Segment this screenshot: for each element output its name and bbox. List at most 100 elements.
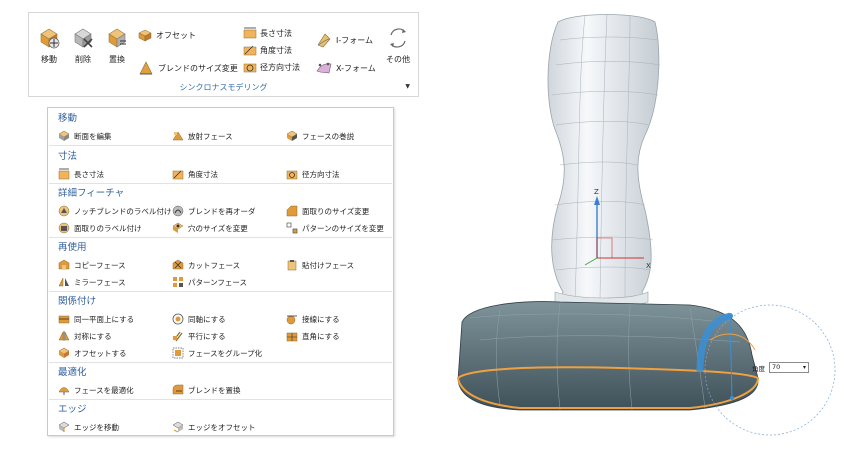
symmetric-icon xyxy=(58,331,70,341)
menu-item-copy-face[interactable]: コピーフェース xyxy=(58,259,126,271)
section-title: 最適化 xyxy=(58,367,87,378)
angle-dimension-label: 角度寸法 xyxy=(260,45,292,55)
xform-icon xyxy=(316,62,332,74)
menu-item-pattern-face[interactable]: パターンフェース xyxy=(172,276,247,288)
menu-item-mirror-face[interactable]: ミラーフェース xyxy=(58,276,126,288)
menu-item-replace-blend[interactable]: ブレンドを置換 xyxy=(172,384,241,396)
menu-item-make-symmetric[interactable]: 対称にする xyxy=(58,330,112,342)
menu-item-make-coaxial[interactable]: 同軸にする xyxy=(172,313,226,325)
angle-dimension-icon xyxy=(243,45,257,56)
section-divider xyxy=(49,362,392,363)
menu-item-resize-pattern[interactable]: パターンのサイズを変更 xyxy=(286,222,384,234)
offset-face-icon xyxy=(138,29,152,42)
menu-item-radial-face[interactable]: 放射フェース xyxy=(172,130,233,142)
offset-edge-icon xyxy=(172,421,184,433)
model-viewport[interactable]: Z X xyxy=(440,0,844,453)
menu-item-wrap-face[interactable]: フェースの巻説 xyxy=(286,130,354,142)
length-dimension-icon xyxy=(243,27,257,39)
angle-input[interactable]: 70 ▾ xyxy=(769,362,809,373)
section-dimension: 寸法 xyxy=(48,150,393,164)
delete-button[interactable]: 削除 xyxy=(67,25,99,65)
section-title: 詳細フィーチャ xyxy=(58,188,125,199)
menu-item-radial-dimension[interactable]: 径方向寸法 xyxy=(286,168,340,180)
length-dimension-icon xyxy=(58,168,70,180)
angle-input-box: 角度 70 ▾ xyxy=(752,362,809,373)
section-move: 移動 xyxy=(48,112,393,126)
menu-item-make-perpendicular[interactable]: 直角にする xyxy=(286,330,340,342)
menu-item-edit-section[interactable]: 断面を編集 xyxy=(58,130,112,142)
menu-item-make-offset[interactable]: オフセットする xyxy=(58,347,127,359)
menu-item-angle-dimension[interactable]: 角度寸法 xyxy=(172,168,218,180)
section-divider xyxy=(49,145,392,146)
section-relate: 関係付け xyxy=(48,295,393,309)
section-detail-feature: 詳細フィーチャ xyxy=(48,187,393,201)
more-label: その他 xyxy=(386,55,410,64)
length-dimension-button[interactable]: 長さ寸法 xyxy=(243,27,292,39)
xform-label: X-フォーム xyxy=(336,63,376,73)
delete-face-icon xyxy=(74,28,93,48)
radial-dimension-icon xyxy=(243,63,257,73)
mirror-face-icon xyxy=(58,277,69,287)
menu-item-length-dimension[interactable]: 長さ寸法 xyxy=(58,168,104,180)
menu-item-make-parallel[interactable]: 平行にする xyxy=(172,330,226,342)
menu-item-optimize-face[interactable]: フェースを最適化 xyxy=(58,384,134,396)
coplanar-icon xyxy=(58,315,70,324)
wrap-face-icon xyxy=(286,130,298,141)
label-notch-blend-icon xyxy=(58,205,70,217)
ribbon-group-label: シンクロナスモデリング xyxy=(179,83,268,92)
angle-dimension-icon xyxy=(172,170,184,180)
resize-blend-label: ブレンドのサイズ変更 xyxy=(158,63,238,73)
section-optimize: 最適化 xyxy=(48,366,393,380)
section-edge: エッジ xyxy=(48,403,393,417)
menu-item-offset-edge[interactable]: エッジをオフセット xyxy=(172,421,256,433)
resize-blend-icon xyxy=(139,61,153,75)
xform-button[interactable]: X-フォーム xyxy=(315,59,376,77)
angle-dimension-button[interactable]: 角度寸法 xyxy=(243,44,292,56)
iform-button[interactable]: I-フォーム xyxy=(315,31,373,49)
delete-label: 削除 xyxy=(75,55,91,64)
cut-face-icon xyxy=(172,259,184,270)
section-title: エッジ xyxy=(58,404,87,415)
synchronous-modeling-menu: 移動 断面を編集 放射フェース フェースの巻説 寸法 長さ寸法 角度寸法 径方向… xyxy=(47,107,394,436)
tangent-icon xyxy=(286,315,297,325)
menu-item-cut-face[interactable]: カットフェース xyxy=(172,259,240,271)
resize-blend-button[interactable]: ブレンドのサイズ変更 xyxy=(137,59,238,77)
model-base[interactable] xyxy=(456,301,760,411)
angle-dropdown-chevron-icon[interactable]: ▾ xyxy=(803,363,806,372)
more-button[interactable]: その他 xyxy=(381,25,415,65)
axis-z-label: Z xyxy=(594,188,599,196)
menu-item-move-edge[interactable]: エッジを移動 xyxy=(58,421,119,433)
section-reuse: 再使用 xyxy=(48,241,393,255)
section-title: 関係付け xyxy=(58,296,97,307)
move-edge-icon xyxy=(58,421,70,432)
offset-button[interactable]: オフセット xyxy=(137,27,196,43)
menu-item-reorder-blend[interactable]: ブレンドを再オーダ xyxy=(172,205,256,217)
label-chamfer-icon xyxy=(58,222,70,234)
menu-item-group-face[interactable]: フェースをグループ化 xyxy=(172,347,262,359)
move-button[interactable]: 移動 xyxy=(33,25,65,65)
parallel-icon xyxy=(173,331,183,342)
section-divider xyxy=(49,183,392,184)
radial-face-icon xyxy=(172,131,184,141)
section-title: 移動 xyxy=(58,113,78,124)
iform-icon xyxy=(317,33,331,48)
replace-button[interactable]: 置換 xyxy=(101,25,133,65)
resize-hole-icon xyxy=(172,222,184,233)
offset-label: オフセット xyxy=(156,30,196,40)
reorder-blend-icon xyxy=(172,205,184,217)
axis-x-label: X xyxy=(646,262,651,270)
menu-item-resize-hole[interactable]: 穴のサイズを変更 xyxy=(172,222,248,234)
menu-item-make-coplanar[interactable]: 同一平面上にする xyxy=(58,313,134,325)
iform-label: I-フォーム xyxy=(336,35,374,45)
section-title: 再使用 xyxy=(58,242,87,253)
replace-blend-icon xyxy=(172,384,184,395)
menu-item-label-notch-blend[interactable]: ノッチブレンドのラベル付け xyxy=(58,205,171,217)
edit-section-icon xyxy=(58,130,70,141)
radial-dimension-label: 径方向寸法 xyxy=(260,62,300,72)
angle-label: 角度 xyxy=(752,364,765,373)
menu-item-resize-chamfer[interactable]: 面取りのサイズ変更 xyxy=(286,205,369,217)
radial-dimension-button[interactable]: 径方向寸法 xyxy=(243,61,300,73)
menu-item-paste-face[interactable]: 貼付けフェース xyxy=(286,259,354,271)
menu-item-label-chamfer[interactable]: 面取りのラベル付け xyxy=(58,222,142,234)
menu-item-make-tangent[interactable]: 接線にする xyxy=(286,313,340,325)
